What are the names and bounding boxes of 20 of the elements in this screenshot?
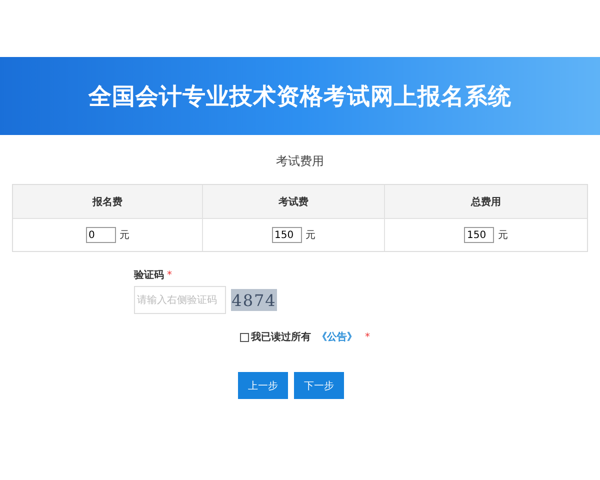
- section-title: 考试费用: [275, 153, 325, 170]
- previous-button[interactable]: 上一步: [238, 372, 288, 399]
- table-header-cell: 总费用: [385, 185, 587, 219]
- unit-label: 元: [306, 229, 316, 242]
- notice-link[interactable]: 《公告》: [317, 330, 357, 344]
- agree-checkbox[interactable]: [240, 332, 249, 342]
- captcha-input[interactable]: 请输入右侧验证码: [134, 286, 226, 314]
- table-header-cell: 考试费: [203, 185, 385, 219]
- fee-input[interactable]: 0: [86, 227, 116, 243]
- table-header-cell: 报名费: [13, 185, 203, 219]
- required-mark: *: [365, 332, 370, 342]
- fee-input[interactable]: 150: [272, 227, 302, 243]
- unit-label: 元: [120, 229, 130, 242]
- unit-label: 元: [498, 229, 508, 242]
- system-title: 全国会计专业技术资格考试网上报名系统: [88, 82, 512, 112]
- captcha-image: 4874: [231, 289, 277, 311]
- captcha-label: 验证码 *: [134, 270, 172, 281]
- agree-text: 我已读过所有: [251, 330, 311, 344]
- next-button[interactable]: 下一步: [294, 372, 344, 399]
- fee-input[interactable]: 150: [464, 227, 494, 243]
